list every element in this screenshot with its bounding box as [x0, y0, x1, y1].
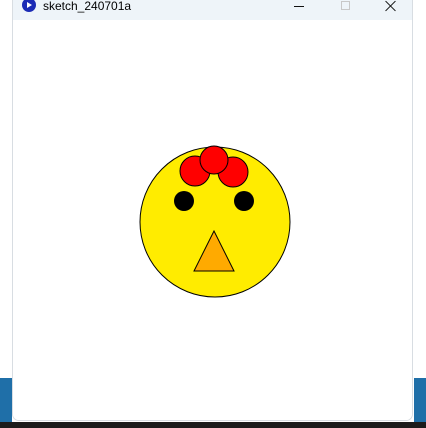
maximize-icon [340, 1, 350, 10]
sketch-canvas [13, 20, 412, 420]
right-eye [234, 191, 254, 211]
taskbar-edge [0, 422, 426, 428]
processing-app-icon [22, 0, 36, 12]
maximize-button[interactable] [322, 0, 368, 16]
sketch-window: sketch_240701a [12, 0, 413, 421]
window-title: sketch_240701a [43, 0, 132, 13]
close-button[interactable] [368, 0, 412, 16]
minimize-icon [294, 5, 304, 7]
desktop: sketch_240701a [0, 0, 426, 428]
close-icon [385, 0, 397, 12]
minimize-button[interactable] [276, 0, 322, 16]
desktop-background-left [0, 378, 12, 422]
title-bar[interactable]: sketch_240701a [13, 0, 412, 20]
bow-center-knot [199, 145, 229, 175]
desktop-background-right [414, 378, 426, 422]
left-eye [174, 191, 194, 211]
